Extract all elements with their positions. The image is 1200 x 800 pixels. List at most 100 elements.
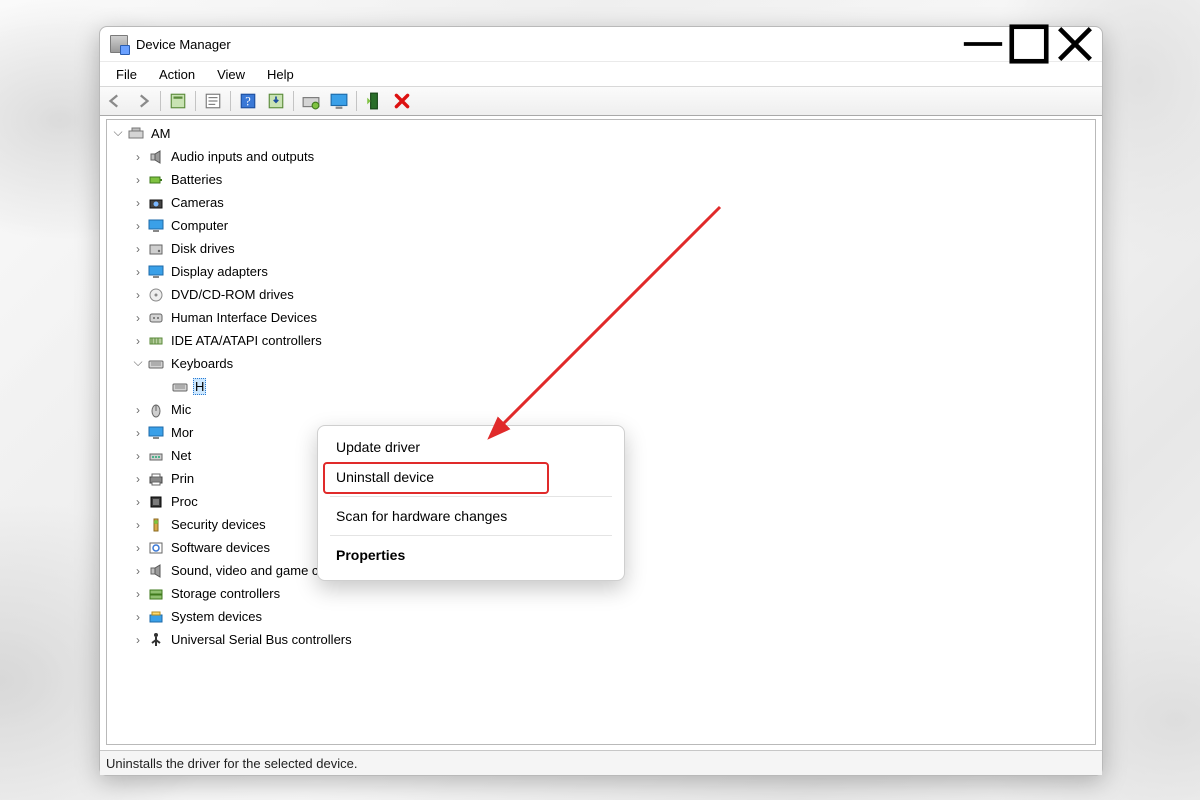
tree-node[interactable]: Cameras (107, 191, 1095, 214)
chevron-right-icon[interactable] (131, 633, 145, 647)
menu-action[interactable]: Action (149, 65, 205, 84)
tree-node[interactable]: Batteries (107, 168, 1095, 191)
toolbar-separator (230, 91, 231, 111)
tree-node-label: Computer (169, 217, 230, 234)
status-bar: Uninstalls the driver for the selected d… (100, 750, 1102, 775)
close-button[interactable] (1052, 29, 1098, 59)
tree-node[interactable]: Audio inputs and outputs (107, 145, 1095, 168)
tree-node-label: Disk drives (169, 240, 237, 257)
forward-button[interactable] (130, 89, 156, 113)
camera-icon (147, 195, 165, 211)
toolbar-separator (160, 91, 161, 111)
ctx-properties[interactable]: Properties (322, 540, 620, 570)
computer-icon (127, 126, 145, 142)
minimize-button[interactable] (960, 29, 1006, 59)
system-icon (147, 609, 165, 625)
tree-node[interactable]: Human Interface Devices (107, 306, 1095, 329)
keyboard-icon (147, 356, 165, 372)
toolbar-separator (293, 91, 294, 111)
tree-node-label: System devices (169, 608, 264, 625)
security-icon (147, 517, 165, 533)
chevron-right-icon[interactable] (131, 449, 145, 463)
tree-node-label: Display adapters (169, 263, 270, 280)
cpu-icon (147, 494, 165, 510)
chevron-right-icon[interactable] (131, 564, 145, 578)
tree-node[interactable]: Disk drives (107, 237, 1095, 260)
speaker-icon (147, 563, 165, 579)
disc-icon (147, 287, 165, 303)
tree-node-label: Net (169, 447, 193, 464)
storage-icon (147, 586, 165, 602)
maximize-button[interactable] (1006, 29, 1052, 59)
scan-button[interactable] (298, 89, 324, 113)
app-icon (110, 35, 128, 53)
chevron-right-icon[interactable] (131, 334, 145, 348)
speaker-icon (147, 149, 165, 165)
tree-node-label: Software devices (169, 539, 272, 556)
chevron-right-icon[interactable] (131, 541, 145, 555)
tree-node-label: Security devices (169, 516, 268, 533)
tree-root[interactable]: AM (107, 122, 1095, 145)
chevron-down-icon[interactable] (111, 126, 125, 141)
ide-icon (147, 333, 165, 349)
chevron-right-icon[interactable] (131, 495, 145, 509)
tree-node[interactable]: System devices (107, 605, 1095, 628)
tree-node[interactable]: Keyboards (107, 352, 1095, 375)
help-button[interactable]: ? (235, 89, 261, 113)
tree-node[interactable]: Display adapters (107, 260, 1095, 283)
hid-icon (147, 310, 165, 326)
tree-child-label: H (193, 378, 206, 395)
tree-node-label: DVD/CD-ROM drives (169, 286, 296, 303)
ctx-separator (330, 496, 612, 497)
menu-help[interactable]: Help (257, 65, 304, 84)
toolbar-separator (195, 91, 196, 111)
chevron-right-icon[interactable] (131, 265, 145, 279)
chevron-right-icon[interactable] (131, 219, 145, 233)
chevron-right-icon[interactable] (131, 196, 145, 210)
monitor-button[interactable] (326, 89, 352, 113)
ctx-uninstall-device[interactable]: Uninstall device (322, 462, 620, 492)
chevron-right-icon[interactable] (131, 242, 145, 256)
chevron-down-icon[interactable] (131, 356, 145, 371)
tree-node[interactable]: Storage controllers (107, 582, 1095, 605)
properties-button[interactable] (200, 89, 226, 113)
chevron-right-icon[interactable] (131, 472, 145, 486)
enable-button[interactable] (361, 89, 387, 113)
chevron-right-icon[interactable] (131, 426, 145, 440)
chevron-right-icon[interactable] (131, 311, 145, 325)
tree-node[interactable]: Computer (107, 214, 1095, 237)
tree-node-label: Proc (169, 493, 200, 510)
menu-file[interactable]: File (106, 65, 147, 84)
delete-button[interactable] (389, 89, 415, 113)
show-hidden-button[interactable] (165, 89, 191, 113)
tree-child[interactable]: H (107, 375, 1095, 398)
chevron-right-icon[interactable] (131, 150, 145, 164)
tree-node[interactable]: DVD/CD-ROM drives (107, 283, 1095, 306)
menu-bar: File Action View Help (100, 61, 1102, 86)
chevron-right-icon[interactable] (131, 403, 145, 417)
chevron-right-icon[interactable] (131, 610, 145, 624)
ctx-scan-hardware[interactable]: Scan for hardware changes (322, 501, 620, 531)
tree-node[interactable]: Universal Serial Bus controllers (107, 628, 1095, 651)
back-button[interactable] (102, 89, 128, 113)
chevron-right-icon[interactable] (131, 518, 145, 532)
tree-node-label: Mor (169, 424, 195, 441)
titlebar[interactable]: Device Manager (100, 27, 1102, 61)
monitor-icon (147, 264, 165, 280)
battery-icon (147, 172, 165, 188)
context-menu: Update driver Uninstall device Scan for … (317, 425, 625, 581)
tree-node[interactable]: IDE ATA/ATAPI controllers (107, 329, 1095, 352)
tree-node-label: Storage controllers (169, 585, 282, 602)
tree-node[interactable]: Mic (107, 398, 1095, 421)
monitor-icon (147, 218, 165, 234)
menu-view[interactable]: View (207, 65, 255, 84)
update-button[interactable] (263, 89, 289, 113)
ctx-update-driver[interactable]: Update driver (322, 432, 620, 462)
chevron-right-icon[interactable] (131, 288, 145, 302)
toolbar: ? (100, 86, 1102, 116)
chevron-right-icon[interactable] (131, 173, 145, 187)
tree-node-label: Keyboards (169, 355, 235, 372)
tree-node-label: Audio inputs and outputs (169, 148, 316, 165)
tree-node-label: Universal Serial Bus controllers (169, 631, 354, 648)
chevron-right-icon[interactable] (131, 587, 145, 601)
